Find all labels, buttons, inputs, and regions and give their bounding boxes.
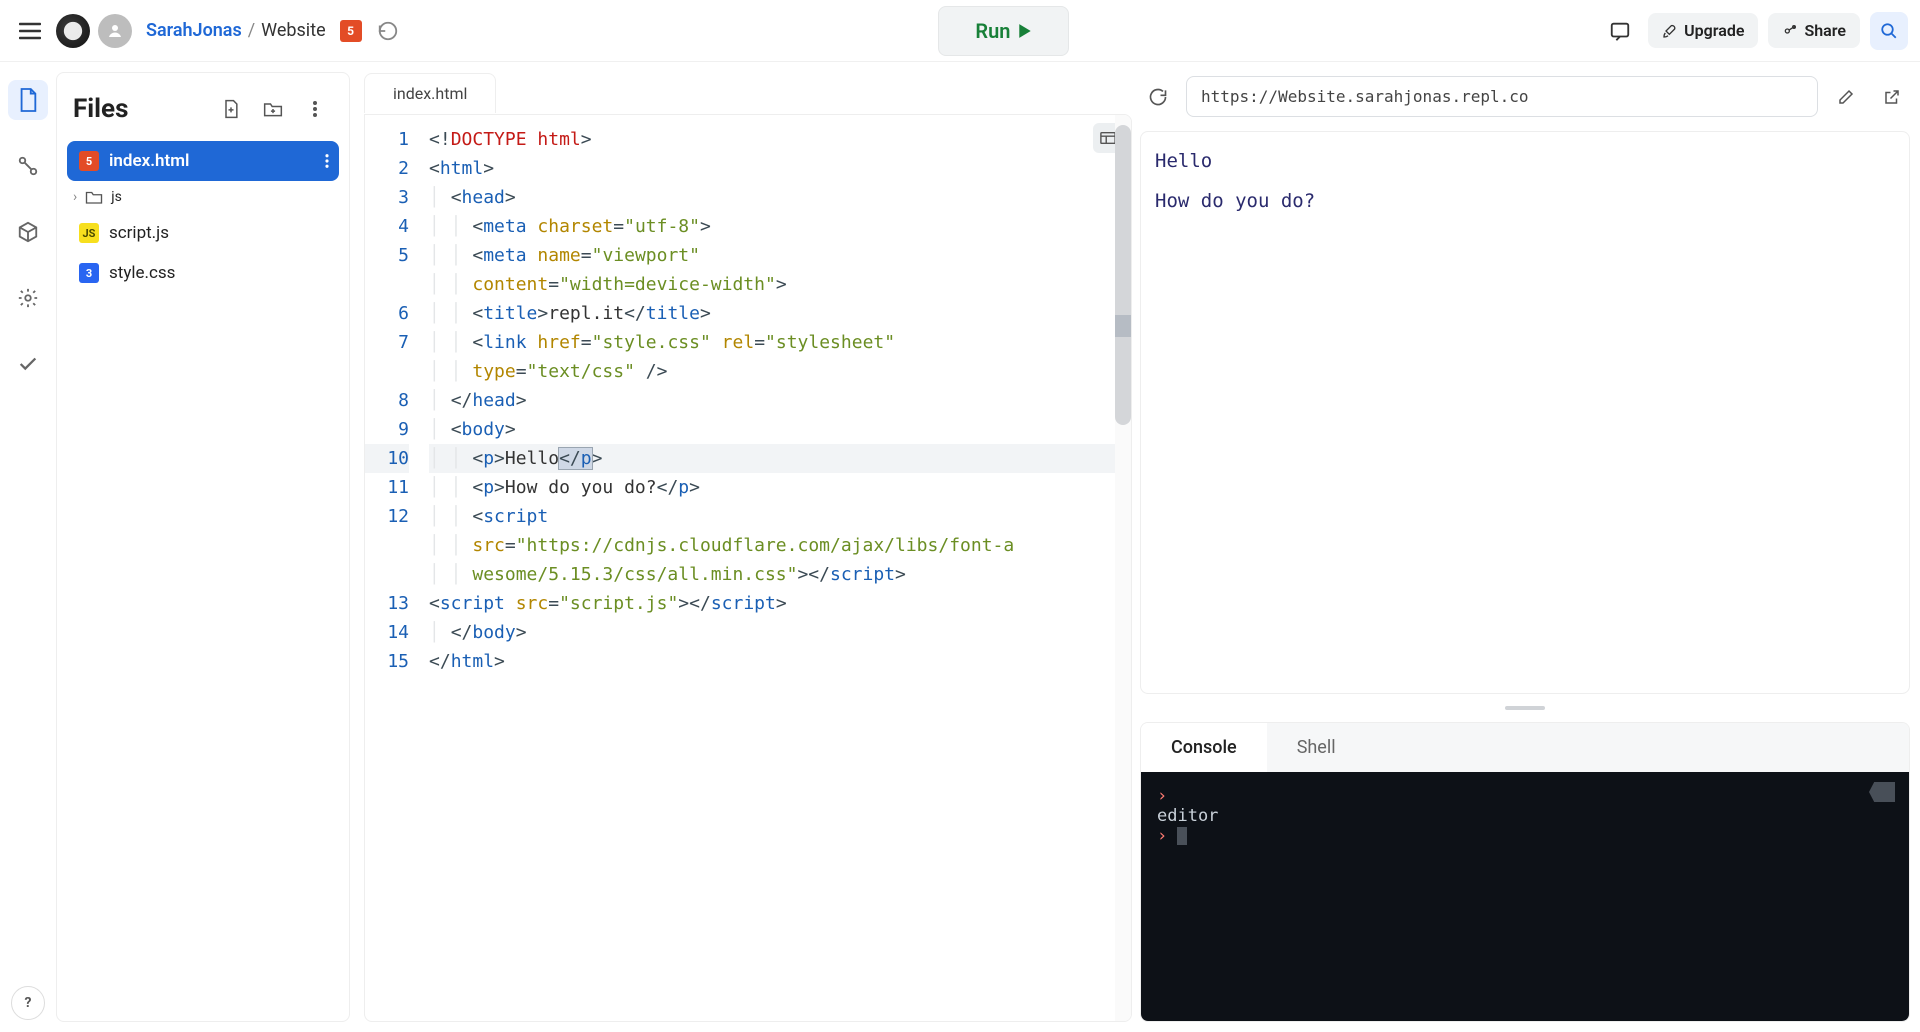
avatar[interactable] [98, 14, 132, 48]
run-button-label: Run [975, 19, 1010, 43]
play-icon [1018, 23, 1032, 39]
file-name: style.css [109, 263, 175, 283]
run-button[interactable]: Run [938, 6, 1069, 56]
editor-scrollbar[interactable] [1115, 115, 1131, 1021]
html5-badge-icon: 5 [340, 20, 362, 42]
line-gutter: 12345 67 89101112 131415 [365, 115, 421, 1021]
preview-text: Hello [1155, 150, 1895, 172]
search-button[interactable] [1870, 12, 1908, 50]
console-tab[interactable]: Console [1141, 723, 1267, 772]
files-title: Files [73, 94, 128, 124]
share-label: Share [1804, 21, 1846, 40]
header: SarahJonas / Website 5 Run Upgrade Share [0, 0, 1920, 62]
sidebar-settings-icon[interactable] [8, 278, 48, 318]
breadcrumb-project[interactable]: Website [261, 20, 325, 41]
edit-url-icon[interactable] [1828, 79, 1864, 115]
sidebar-files-icon[interactable] [8, 80, 48, 120]
pane-splitter[interactable] [1140, 704, 1910, 712]
console-tab[interactable]: Shell [1267, 723, 1366, 772]
help-button[interactable]: ? [11, 986, 45, 1020]
menu-icon[interactable] [12, 13, 48, 49]
file-item[interactable]: 3 style.css [67, 253, 339, 293]
console-line: editor [1157, 806, 1893, 826]
share-icon [1782, 23, 1798, 39]
backspace-icon[interactable] [1869, 782, 1895, 802]
chat-icon[interactable] [1602, 13, 1638, 49]
code-editor[interactable]: 12345 67 89101112 131415 <!DOCTYPE html>… [364, 114, 1132, 1022]
files-panel: Files 5 index.html › js JS script.js 3 style.cs… [56, 72, 350, 1022]
folder-icon [85, 189, 103, 205]
sidebar-version-control-icon[interactable] [8, 146, 48, 186]
preview-url-input[interactable] [1186, 76, 1818, 117]
open-external-icon[interactable] [1874, 79, 1910, 115]
upgrade-button[interactable]: Upgrade [1648, 13, 1758, 48]
new-file-icon[interactable] [213, 91, 249, 127]
upgrade-label: Upgrade [1684, 21, 1744, 40]
breadcrumb-separator: / [248, 20, 255, 41]
file-more-icon[interactable] [325, 154, 329, 168]
preview-header [1140, 72, 1910, 121]
file-item[interactable]: 5 index.html [67, 141, 339, 181]
file-name: script.js [109, 223, 169, 243]
css-file-icon: 3 [79, 263, 99, 283]
breadcrumb-user[interactable]: SarahJonas [146, 20, 242, 41]
sidebar-packages-icon[interactable] [8, 212, 48, 252]
folder-item[interactable]: › js [67, 181, 339, 213]
search-icon [1880, 22, 1898, 40]
console-tabs: ConsoleShell [1141, 723, 1909, 772]
code-content[interactable]: <!DOCTYPE html><html>│ <head>│ │ <meta c… [421, 115, 1131, 1021]
chevron-right-icon: › [73, 189, 77, 205]
folder-name: js [111, 189, 122, 205]
scrollbar-marker [1115, 315, 1131, 337]
share-button[interactable]: Share [1768, 13, 1860, 48]
new-folder-icon[interactable] [255, 91, 291, 127]
editor-tab[interactable]: index.html [364, 73, 496, 113]
js-file-icon: JS [79, 223, 99, 243]
preview-text: How do you do? [1155, 190, 1895, 212]
file-name: index.html [109, 151, 189, 171]
history-icon[interactable] [370, 13, 406, 49]
replit-logo-icon[interactable] [56, 14, 90, 48]
scrollbar-thumb[interactable] [1115, 125, 1131, 425]
editor-panel: index.html 12345 67 89101112 131415 <!DO… [364, 72, 1132, 1022]
console-body[interactable]: › editor› [1141, 772, 1909, 1021]
sidebar-nav: ? [0, 62, 56, 1032]
preview-frame: Hello How do you do? [1140, 131, 1910, 694]
refresh-icon[interactable] [1140, 79, 1176, 115]
breadcrumb: SarahJonas / Website [146, 20, 326, 41]
sidebar-check-icon[interactable] [8, 344, 48, 384]
files-more-icon[interactable] [297, 91, 333, 127]
rocket-icon [1662, 23, 1678, 39]
file-item[interactable]: JS script.js [67, 213, 339, 253]
html5-file-icon: 5 [79, 151, 99, 171]
console-panel: ConsoleShell › editor› [1140, 722, 1910, 1022]
